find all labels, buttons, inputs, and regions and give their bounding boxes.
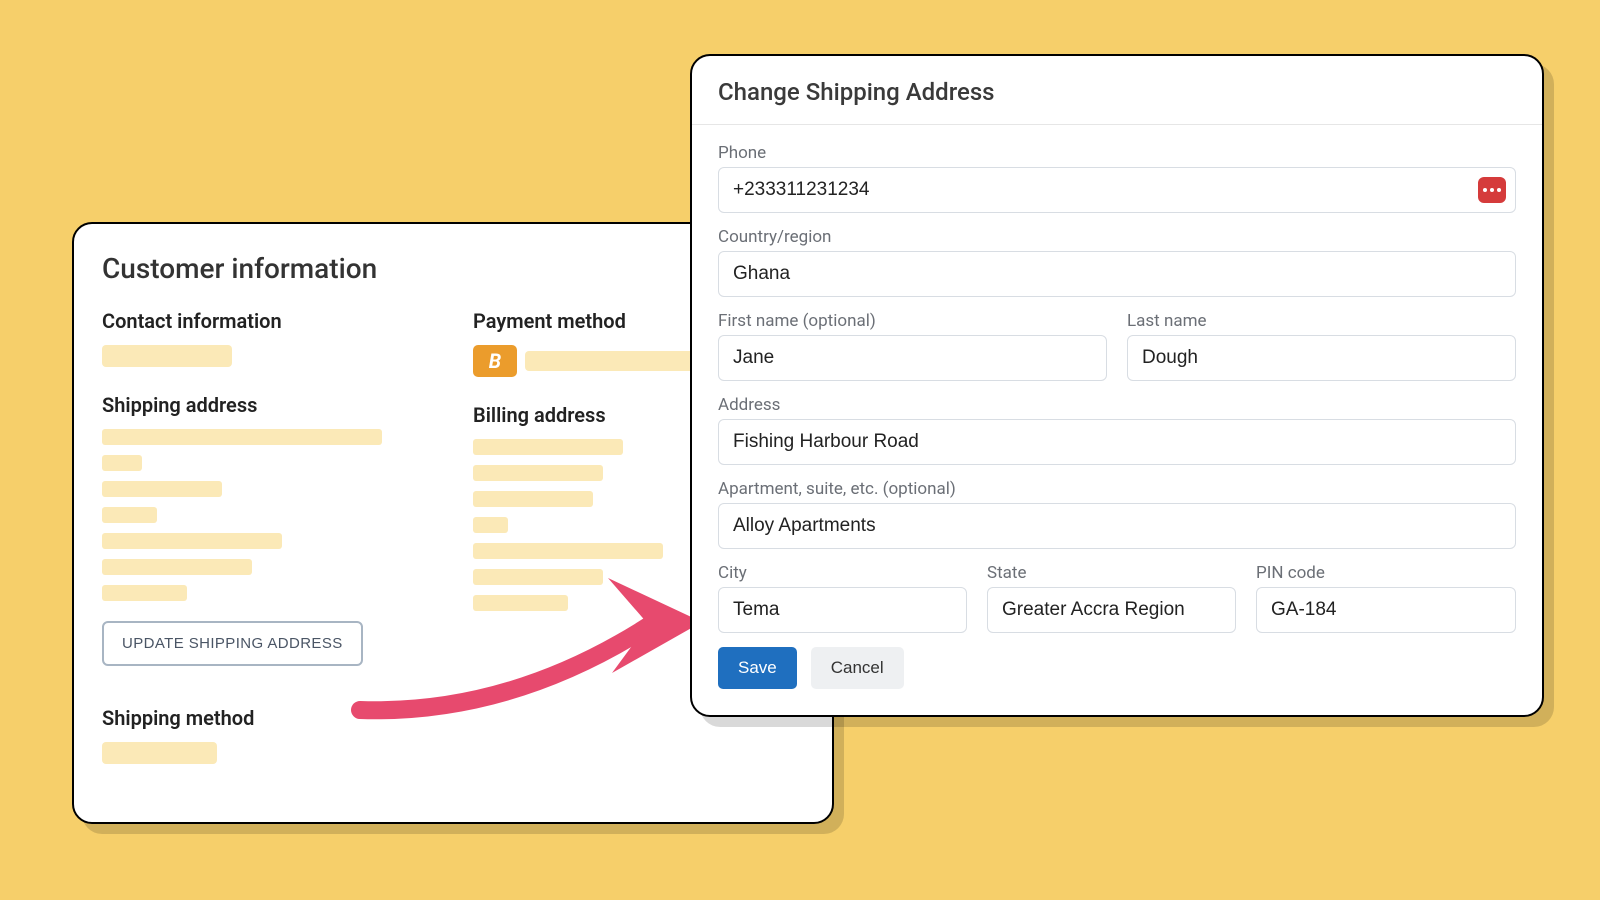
skeleton-line	[473, 517, 508, 533]
skeleton-line	[102, 559, 252, 575]
update-shipping-address-button[interactable]: UPDATE SHIPPING ADDRESS	[102, 621, 363, 666]
skeleton-line	[473, 465, 603, 481]
last-name-input[interactable]	[1127, 335, 1516, 381]
last-name-label: Last name	[1127, 311, 1516, 331]
save-button[interactable]: Save	[718, 647, 797, 689]
skeleton-line	[102, 481, 222, 497]
phone-input[interactable]	[718, 167, 1516, 213]
skeleton-line	[102, 585, 187, 601]
country-label: Country/region	[718, 227, 1516, 247]
cancel-button[interactable]: Cancel	[811, 647, 904, 689]
skeleton-line	[102, 742, 217, 764]
skeleton-line	[473, 595, 568, 611]
address-input[interactable]	[718, 419, 1516, 465]
skeleton-line	[473, 439, 623, 455]
skeleton-line	[473, 569, 603, 585]
apartment-label: Apartment, suite, etc. (optional)	[718, 479, 1516, 499]
skeleton-line	[102, 455, 142, 471]
city-input[interactable]	[718, 587, 967, 633]
state-label: State	[987, 563, 1236, 583]
change-shipping-modal: Change Shipping Address Phone Country/re…	[690, 54, 1544, 717]
skeleton-line	[473, 543, 663, 559]
skeleton-line	[102, 533, 282, 549]
state-input[interactable]	[987, 587, 1236, 633]
skeleton-line	[102, 507, 157, 523]
shipping-address-heading: Shipping address	[102, 393, 433, 417]
contact-info-heading: Contact information	[102, 309, 433, 333]
first-name-label: First name (optional)	[718, 311, 1107, 331]
modal-title: Change Shipping Address	[718, 78, 1516, 106]
shipping-method-heading: Shipping method	[102, 706, 433, 730]
city-label: City	[718, 563, 967, 583]
first-name-input[interactable]	[718, 335, 1107, 381]
phone-label: Phone	[718, 143, 1516, 163]
country-input[interactable]	[718, 251, 1516, 297]
pin-label: PIN code	[1256, 563, 1516, 583]
apartment-input[interactable]	[718, 503, 1516, 549]
address-label: Address	[718, 395, 1516, 415]
skeleton-line	[102, 345, 232, 367]
skeleton-line	[102, 429, 382, 445]
password-manager-icon[interactable]	[1478, 177, 1506, 203]
pin-input[interactable]	[1256, 587, 1516, 633]
payment-badge-icon: B	[473, 345, 517, 377]
skeleton-line	[473, 491, 593, 507]
